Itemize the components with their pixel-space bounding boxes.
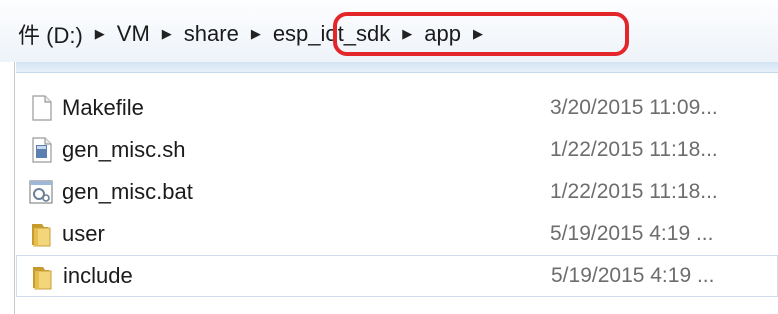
chevron-right-icon[interactable]: ▶ (154, 26, 180, 42)
folder-icon (32, 224, 51, 247)
file-row-makefile[interactable]: Makefile 3/20/2015 11:09... (16, 87, 778, 129)
file-row-user[interactable]: user 5/19/2015 4:19 ... (16, 213, 778, 255)
file-list: Makefile 3/20/2015 11:09... gen_misc.sh … (16, 87, 778, 297)
file-name[interactable]: Makefile (62, 95, 144, 121)
pane-border (14, 62, 15, 314)
chevron-right-icon[interactable]: ▶ (243, 26, 269, 42)
file-name[interactable]: include (63, 263, 133, 289)
folder-icon (33, 267, 52, 290)
file-date: 5/19/2015 4:19 ... (551, 264, 715, 287)
header-divider (16, 62, 778, 73)
breadcrumb-vm[interactable]: VM (113, 21, 154, 47)
file-date: 3/20/2015 11:09... (550, 96, 718, 119)
document-icon (32, 95, 52, 121)
file-date: 1/22/2015 11:18... (550, 180, 718, 203)
red-highlight-annotation (333, 12, 629, 56)
batch-file-icon (29, 180, 53, 204)
breadcrumb-drive[interactable]: 件 (D:) (14, 18, 87, 50)
address-bar[interactable]: 件 (D:) ▶ VM ▶ share ▶ esp_iot_sdk ▶ app … (0, 0, 778, 62)
file-name[interactable]: gen_misc.bat (62, 179, 193, 205)
file-date: 1/22/2015 11:18... (550, 138, 718, 161)
file-row-gen-misc-bat[interactable]: gen_misc.bat 1/22/2015 11:18... (16, 171, 778, 213)
file-name[interactable]: user (62, 221, 105, 247)
file-row-gen-misc-sh[interactable]: gen_misc.sh 1/22/2015 11:18... (16, 129, 778, 171)
chevron-right-icon[interactable]: ▶ (87, 26, 113, 42)
file-date: 5/19/2015 4:19 ... (550, 222, 714, 245)
breadcrumb-share[interactable]: share (180, 21, 243, 47)
file-row-include[interactable]: include 5/19/2015 4:19 ... (16, 255, 778, 297)
script-file-icon (32, 137, 52, 163)
file-name[interactable]: gen_misc.sh (62, 137, 186, 163)
